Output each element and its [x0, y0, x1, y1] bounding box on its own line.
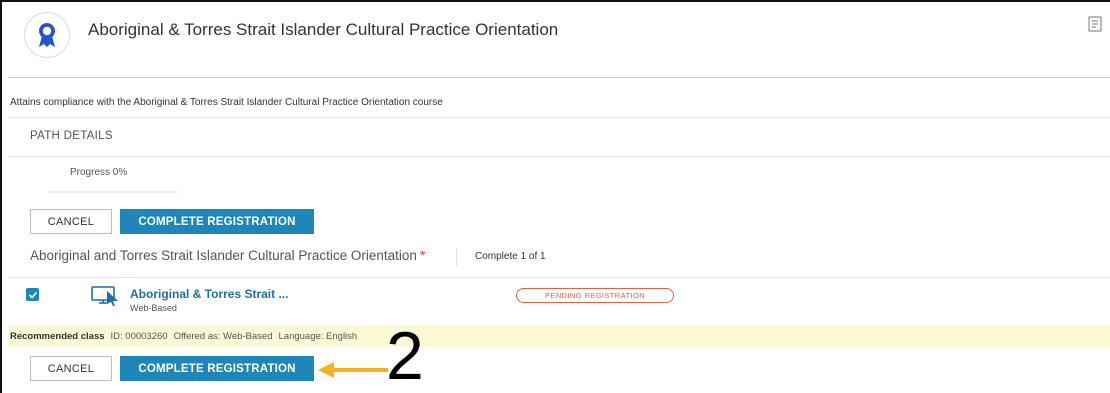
cancel-button-top[interactable]: CANCEL [30, 209, 112, 234]
cancel-button-bottom[interactable]: CANCEL [30, 356, 112, 381]
separator [456, 248, 457, 266]
complete-count: Complete 1 of 1 [475, 251, 546, 262]
language: Language: English [278, 330, 358, 342]
item-checkbox[interactable] [26, 288, 39, 301]
header-bar: Aboriginal & Torres Strait Islander Cult… [8, 6, 1110, 78]
recommended-label: Recommended class [10, 330, 105, 342]
progress-text: Progress 0% [70, 167, 128, 178]
item-title-link[interactable]: Aboriginal & Torres Strait ... [130, 287, 288, 301]
offered-as: Offered as: Web-Based [173, 330, 273, 342]
divider [8, 277, 1110, 278]
course-title: Aboriginal and Torres Strait Islander Cu… [30, 248, 425, 263]
award-ribbon-icon [39, 23, 55, 47]
path-details-heading: PATH DETAILS [30, 130, 113, 142]
complete-registration-button-bottom[interactable]: COMPLETE REGISTRATION [120, 356, 314, 381]
divider [8, 156, 1110, 157]
recommended-class-bar: Recommended class ID: 00003260 Offered a… [8, 325, 1110, 347]
required-marker: * [419, 248, 426, 263]
status-badge: PENDING REGISTRATION [516, 288, 674, 303]
item-type: Web-Based [130, 303, 177, 313]
checkmark-icon [28, 291, 37, 299]
progress-bar [48, 191, 178, 193]
class-id: ID: 00003260 [110, 330, 168, 342]
monitor-cursor-icon [91, 286, 118, 306]
export-document-icon[interactable] [1088, 16, 1102, 32]
course-description: Attains compliance with the Aboriginal &… [10, 97, 443, 108]
course-badge [24, 12, 70, 58]
annotation-arrow-icon [318, 362, 388, 378]
complete-registration-button-top[interactable]: COMPLETE REGISTRATION [120, 209, 314, 234]
course-title-text: Aboriginal and Torres Strait Islander Cu… [30, 248, 417, 263]
step-number: 2 [386, 318, 424, 393]
page-title: Aboriginal & Torres Strait Islander Cult… [88, 20, 559, 39]
divider [8, 117, 1110, 118]
